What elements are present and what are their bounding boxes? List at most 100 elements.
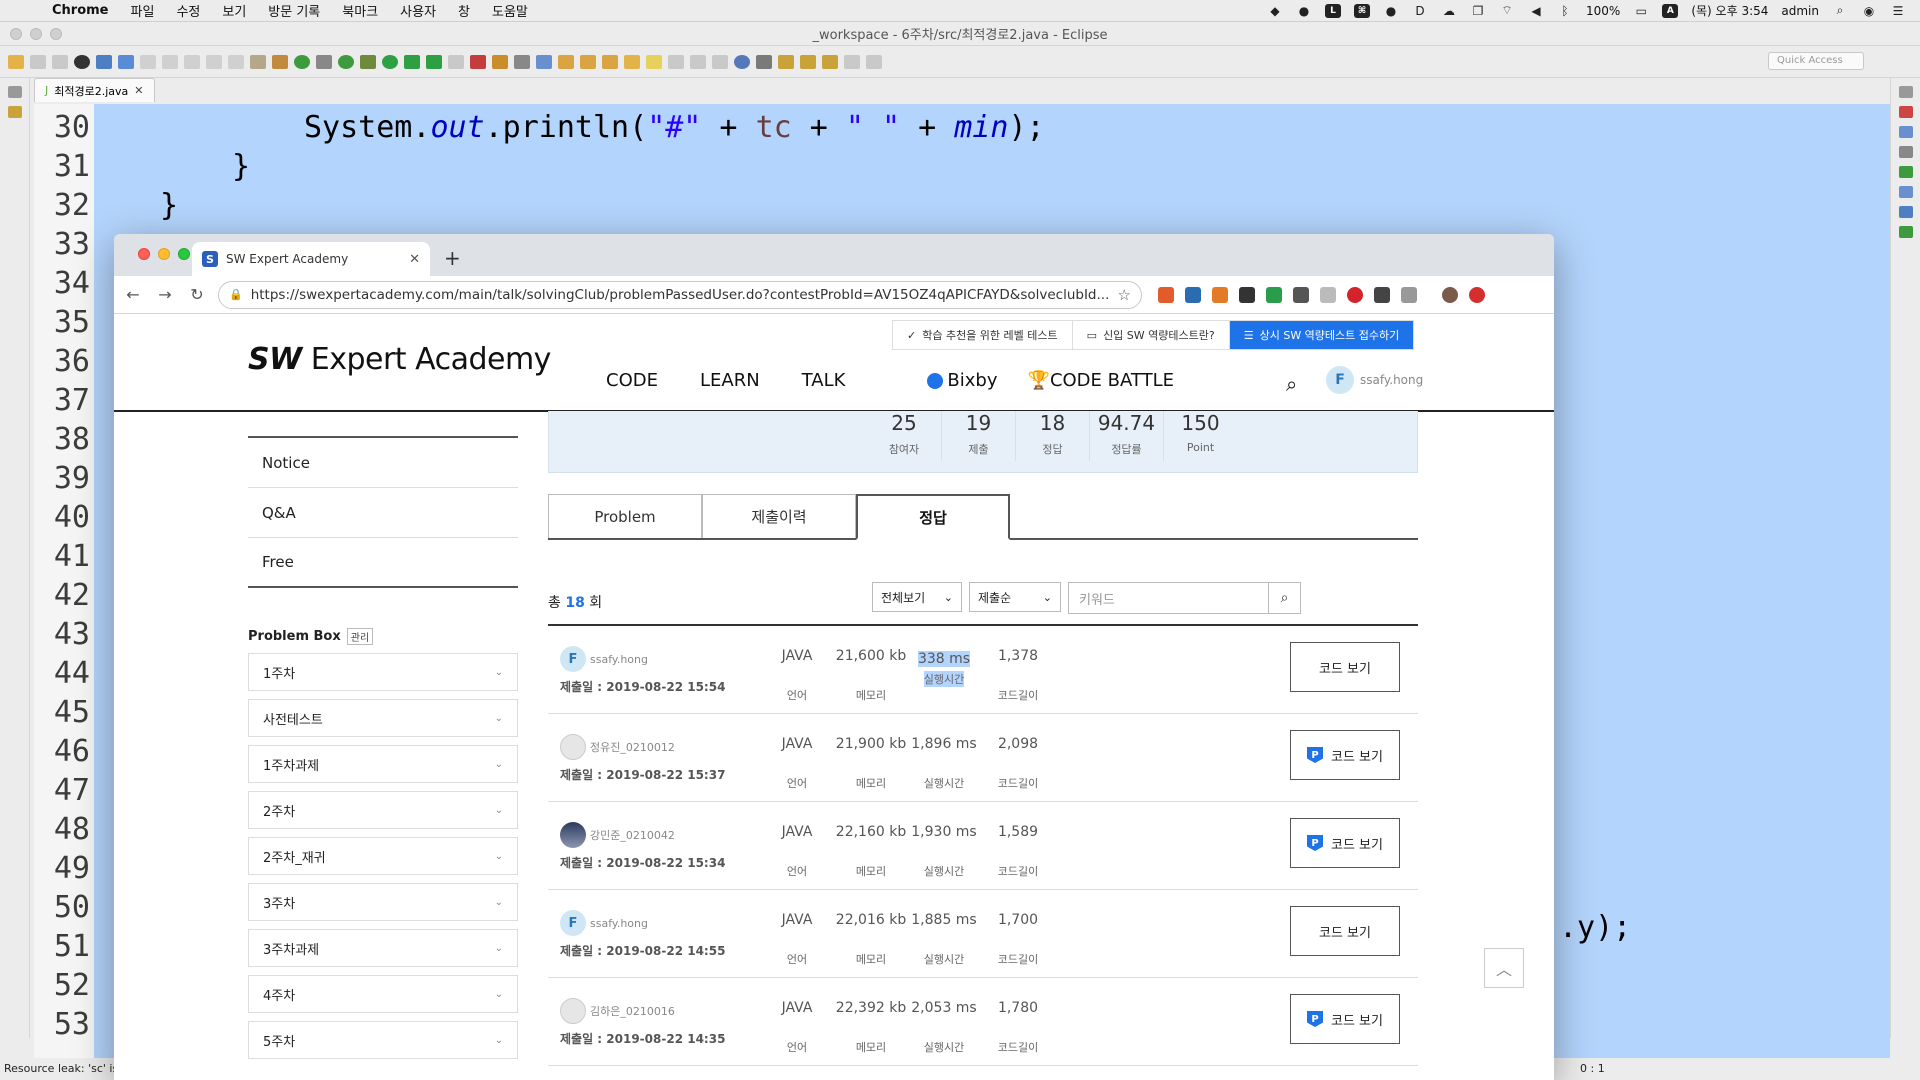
new-class-icon[interactable] xyxy=(536,54,552,69)
terminate-icon[interactable] xyxy=(206,54,222,69)
chrome-close-button[interactable] xyxy=(138,248,150,260)
tab-answers[interactable]: 정답 xyxy=(856,494,1010,540)
row-user[interactable]: 정유진_0210012 xyxy=(560,734,675,760)
new-icon[interactable] xyxy=(8,54,24,69)
cloud-icon[interactable]: ☁ xyxy=(1441,4,1457,18)
refresh-icon[interactable] xyxy=(338,54,354,69)
notification-center-icon[interactable]: ☰ xyxy=(1890,4,1906,18)
link-icon[interactable] xyxy=(756,54,772,69)
android-icon[interactable] xyxy=(294,54,310,69)
problem-box-item[interactable]: 5주차 ⌄ xyxy=(248,1021,518,1059)
nav-learn[interactable]: LEARN xyxy=(700,370,760,391)
forward-icon[interactable]: → xyxy=(154,285,176,304)
menubar-clock[interactable]: (목) 오후 3:54 xyxy=(1691,2,1768,19)
outline-icon[interactable] xyxy=(250,54,266,69)
view-code-button[interactable]: 코드 보기 xyxy=(1290,906,1400,956)
run-config-icon[interactable] xyxy=(74,54,90,69)
row-user[interactable]: 강민준_0210042 xyxy=(560,822,675,848)
problem-box-item[interactable]: 2주차_재귀 ⌄ xyxy=(248,837,518,875)
wechat-icon[interactable]: ● xyxy=(1296,4,1312,18)
user-menu[interactable]: F ssafy.hong xyxy=(1326,366,1423,394)
menu-help[interactable]: 도움말 xyxy=(492,1,528,20)
app-icon[interactable]: ⌘ xyxy=(1354,3,1371,18)
what-is-test-link[interactable]: ▭ 신입 SW 역량테스트란? xyxy=(1073,321,1230,349)
problem-box-item[interactable]: 4주차 ⌄ xyxy=(248,975,518,1013)
tab-submission-history[interactable]: 제출이력 xyxy=(702,494,856,538)
progress-icon[interactable] xyxy=(1898,226,1913,238)
extension-arrow-icon[interactable] xyxy=(1401,286,1417,303)
block-selection-icon[interactable] xyxy=(668,54,684,69)
view-code-button[interactable]: P 코드 보기 xyxy=(1290,994,1400,1044)
junit-icon[interactable] xyxy=(1898,166,1913,178)
metamask-icon[interactable] xyxy=(1212,286,1228,303)
last-edit-icon[interactable] xyxy=(822,54,838,69)
hierarchy-icon[interactable] xyxy=(1898,146,1913,158)
d-app-icon[interactable]: D xyxy=(1412,4,1428,18)
forward-icon[interactable] xyxy=(866,54,882,69)
run-as-icon[interactable] xyxy=(404,54,420,69)
menu-view[interactable]: 보기 xyxy=(222,1,246,20)
debug-icon[interactable] xyxy=(360,54,376,69)
chrome-zoom-button[interactable] xyxy=(178,248,190,260)
console-view-icon[interactable] xyxy=(1898,206,1913,218)
sidebar-qna[interactable]: Q&A xyxy=(248,488,518,538)
next-annotation-icon[interactable] xyxy=(778,54,794,69)
view-code-button[interactable]: P 코드 보기 xyxy=(1290,730,1400,780)
save-all-icon[interactable] xyxy=(52,54,68,69)
extension-ex-icon[interactable] xyxy=(1158,286,1174,303)
view-code-button[interactable]: P 코드 보기 xyxy=(1290,818,1400,868)
spotlight-icon[interactable]: ⌕ xyxy=(1832,3,1848,18)
extension-card-icon[interactable] xyxy=(1320,286,1336,303)
input-source-icon[interactable]: A xyxy=(1662,3,1679,18)
view-filter-select[interactable]: 전체보기 ⌄ xyxy=(872,582,962,612)
word-wrap-icon[interactable] xyxy=(690,54,706,69)
chat-bubble-icon[interactable]: ● xyxy=(1383,4,1399,18)
save-icon[interactable] xyxy=(30,54,46,69)
quick-access-input[interactable]: Quick Access xyxy=(1768,52,1864,70)
new-tab-button[interactable]: + xyxy=(444,246,461,270)
address-bar[interactable]: 🔒 https://swexpertacademy.com/main/talk/… xyxy=(218,280,1142,309)
site-search-icon[interactable]: ⌕ xyxy=(1286,372,1297,396)
run-icon[interactable] xyxy=(382,54,398,69)
menu-edit[interactable]: 수정 xyxy=(176,1,200,20)
javadoc-icon[interactable] xyxy=(1898,186,1913,198)
tab-problem[interactable]: Problem xyxy=(548,494,702,538)
external-tools-icon[interactable] xyxy=(470,54,486,69)
extension-s-icon[interactable] xyxy=(1266,286,1282,303)
chrome-minimize-button[interactable] xyxy=(158,248,170,260)
line-icon[interactable]: L xyxy=(1325,3,1342,18)
window-icon[interactable]: ❐ xyxy=(1470,4,1486,18)
view-code-button[interactable]: 코드 보기 xyxy=(1290,642,1400,692)
browser-tab-swea[interactable]: S SW Expert Academy ✕ xyxy=(192,242,430,276)
back-icon[interactable] xyxy=(844,54,860,69)
extension-dark-icon[interactable] xyxy=(1374,286,1390,303)
row-user[interactable]: Fssafy.hong xyxy=(560,646,648,672)
extension-red-icon[interactable] xyxy=(1469,286,1485,303)
resume-icon[interactable] xyxy=(162,54,178,69)
highlight-icon[interactable] xyxy=(646,54,662,69)
bluetooth-icon[interactable]: ᛒ xyxy=(1557,4,1573,18)
mark-occurrences-icon[interactable] xyxy=(624,54,640,69)
sidebar-free[interactable]: Free xyxy=(248,538,518,588)
problem-box-item[interactable]: 사전테스트 ⌄ xyxy=(248,699,518,737)
pin-icon[interactable] xyxy=(118,54,134,69)
row-user[interactable]: 김하은_0210016 xyxy=(560,998,675,1024)
globe-icon[interactable] xyxy=(734,54,750,69)
extension-shield-icon[interactable] xyxy=(1347,286,1363,303)
editor-tab-java-file[interactable]: J 최적경로2.java ✕ xyxy=(34,78,155,102)
layout-icon[interactable] xyxy=(316,54,332,69)
level-test-link[interactable]: ✓ 학습 추천을 위한 레벨 테스트 xyxy=(893,321,1073,349)
nav-code-battle[interactable]: 🏆CODE BATTLE xyxy=(1028,370,1174,391)
problem-box-item[interactable]: 2주차 ⌄ xyxy=(248,791,518,829)
bookmark-star-icon[interactable]: ☆ xyxy=(1118,286,1131,304)
problem-box-manage-button[interactable]: 관리 xyxy=(346,628,374,645)
new-java-project-icon[interactable] xyxy=(492,54,508,69)
step-icon[interactable] xyxy=(140,54,156,69)
battery-icon[interactable]: ▭ xyxy=(1633,4,1649,18)
menubar-user[interactable]: admin xyxy=(1781,4,1819,18)
menu-window[interactable]: 창 xyxy=(458,1,470,20)
site-logo[interactable]: SW Expert Academy xyxy=(248,342,551,377)
new-package-icon[interactable] xyxy=(514,54,530,69)
row-user[interactable]: Fssafy.hong xyxy=(560,910,648,936)
menu-history[interactable]: 방문 기록 xyxy=(268,1,320,20)
